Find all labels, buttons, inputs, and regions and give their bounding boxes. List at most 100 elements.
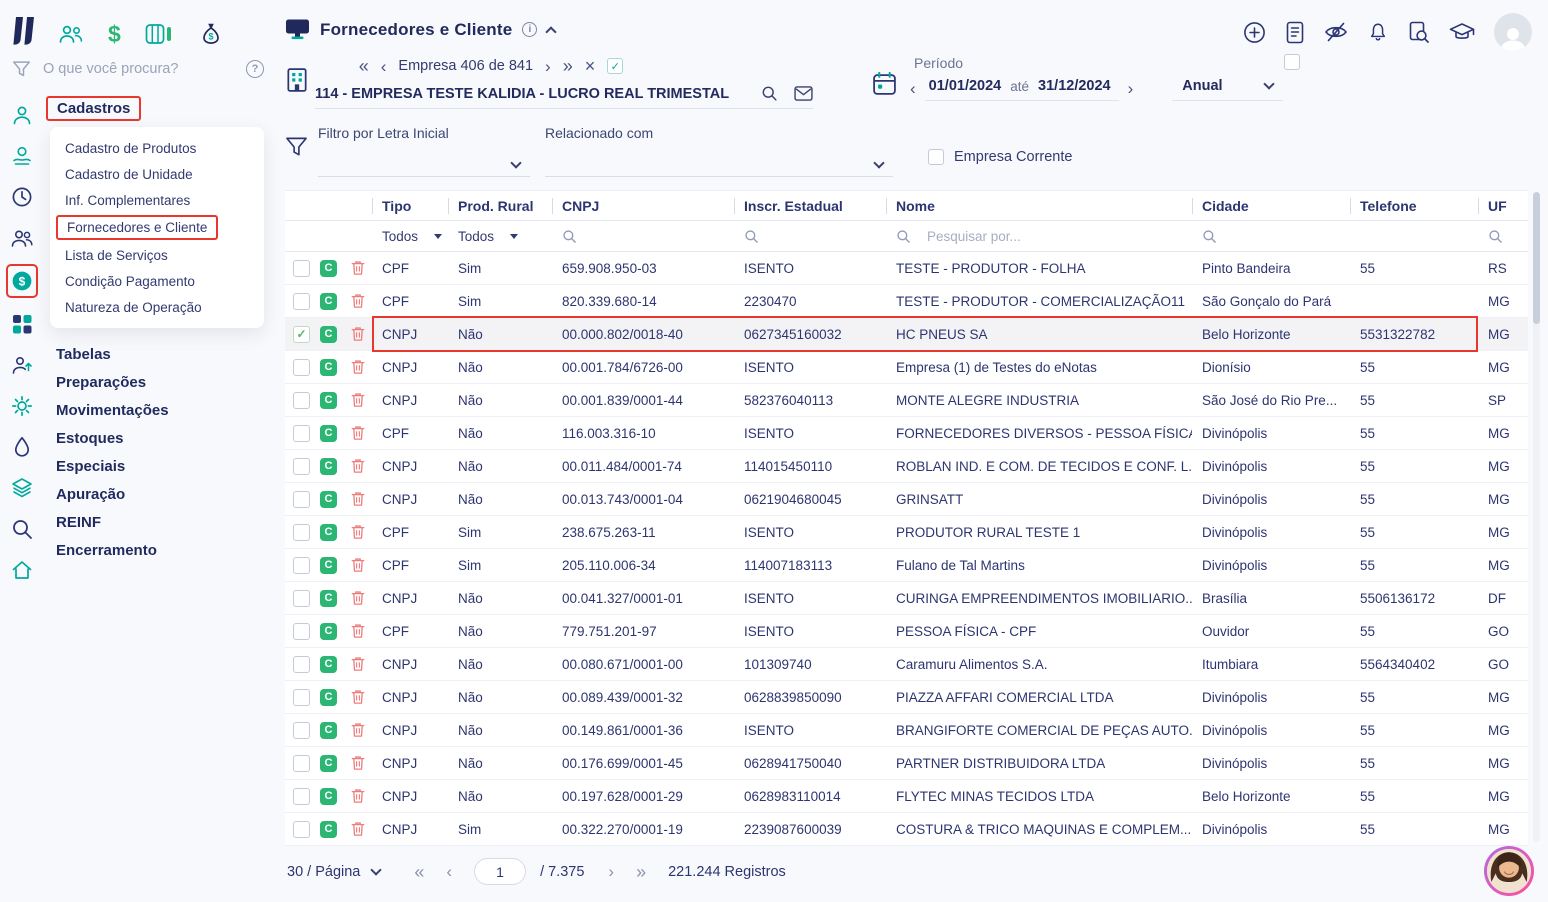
column-header-tipo[interactable]: Tipo	[372, 191, 448, 220]
client-badge[interactable]: C	[320, 293, 337, 310]
scrollbar-thumb[interactable]	[1533, 192, 1540, 324]
sidebar-subitem-fornecedores-e-cliente[interactable]: Fornecedores e Cliente	[56, 215, 218, 240]
delete-icon[interactable]	[351, 524, 365, 540]
table-row[interactable]: C CPF Não 116.003.316-10 ISENTO FORNECED…	[285, 417, 1528, 450]
column-header-nome[interactable]: Nome	[886, 191, 1192, 220]
client-badge[interactable]: C	[320, 656, 337, 673]
period-end-date[interactable]: 31/12/2024	[1038, 78, 1111, 94]
period-start-date[interactable]: 01/01/2024	[929, 78, 1002, 94]
row-checkbox[interactable]	[293, 491, 310, 508]
sidebar-item-estoques[interactable]: Estoques	[46, 424, 270, 452]
row-checkbox[interactable]	[293, 788, 310, 805]
finance-dollar-icon[interactable]: $	[108, 23, 121, 46]
sidebar-item-tabelas[interactable]: Tabelas	[46, 340, 270, 368]
column-header-cidade[interactable]: Cidade	[1192, 191, 1350, 220]
kanban-icon[interactable]	[145, 23, 175, 45]
moneybag-icon[interactable]: $	[199, 22, 223, 46]
user-avatar[interactable]	[1494, 13, 1532, 51]
cidade-filter[interactable]	[1192, 221, 1350, 251]
sidebar-subitem-cadastro-de-produtos[interactable]: Cadastro de Produtos	[50, 135, 264, 161]
row-checkbox[interactable]	[293, 293, 310, 310]
delete-icon[interactable]	[351, 755, 365, 771]
sidebar-item-movimenta-es[interactable]: Movimentações	[46, 396, 270, 424]
column-header-uf[interactable]: UF	[1478, 191, 1528, 220]
notifications-icon[interactable]	[1367, 21, 1389, 44]
client-badge[interactable]: C	[320, 821, 337, 838]
client-badge[interactable]: C	[320, 491, 337, 508]
sidebar-subitem-natureza-de-opera-o[interactable]: Natureza de Operação	[50, 294, 264, 320]
add-icon[interactable]	[1243, 21, 1266, 44]
support-avatar[interactable]	[1484, 846, 1534, 896]
table-row[interactable]: C CPF Sim 659.908.950-03 ISENTO TESTE - …	[285, 252, 1528, 285]
per-page-select[interactable]: 30 / Página	[287, 864, 380, 880]
table-row[interactable]: ✓ C CNPJ Não 00.000.802/0018-40 06273451…	[285, 318, 1528, 351]
rail-person-icon[interactable]	[6, 100, 38, 130]
row-checkbox[interactable]	[293, 821, 310, 838]
sidebar-subitem-lista-de-servi-os[interactable]: Lista de Serviços	[50, 242, 264, 268]
period-checkbox[interactable]	[1284, 54, 1300, 70]
row-checkbox[interactable]: ✓	[293, 326, 310, 343]
delete-icon[interactable]	[351, 590, 365, 606]
row-checkbox[interactable]	[293, 755, 310, 772]
delete-icon[interactable]	[351, 425, 365, 441]
info-icon[interactable]: i	[522, 22, 537, 37]
company-close-button[interactable]: ×	[585, 57, 596, 75]
rail-search-icon[interactable]	[6, 514, 38, 544]
column-header-inscr-estadual[interactable]: Inscr. Estadual	[734, 191, 886, 220]
delete-icon[interactable]	[351, 260, 365, 276]
hide-values-icon[interactable]	[1324, 21, 1348, 43]
table-row[interactable]: C CPF Sim 820.339.680-14 2230470 TESTE -…	[285, 285, 1528, 318]
table-row[interactable]: C CPF Sim 238.675.263-11 ISENTO PRODUTOR…	[285, 516, 1528, 549]
period-mode-select[interactable]: Anual	[1172, 76, 1282, 101]
sidebar-item-cadastros[interactable]: Cadastros	[46, 96, 141, 121]
delete-icon[interactable]	[351, 491, 365, 507]
sidebar-item-apura-o[interactable]: Apuração	[46, 480, 270, 508]
row-checkbox[interactable]	[293, 557, 310, 574]
letter-filter-select[interactable]	[318, 154, 530, 177]
column-header-cnpj[interactable]: CNPJ	[552, 191, 734, 220]
client-badge[interactable]: C	[320, 722, 337, 739]
rail-clock-icon[interactable]	[6, 182, 38, 212]
table-row[interactable]: C CNPJ Não 00.041.327/0001-01 ISENTO CUR…	[285, 582, 1528, 615]
row-checkbox[interactable]	[293, 458, 310, 475]
sidebar-search-input[interactable]	[43, 61, 234, 77]
sidebar-subitem-condi-o-pagamento[interactable]: Condição Pagamento	[50, 268, 264, 294]
company-next-button[interactable]: ›	[545, 58, 551, 75]
company-pager-checkbox[interactable]: ✓	[607, 58, 623, 74]
company-prev-button[interactable]: ‹	[381, 58, 387, 75]
sidebar-subitem-inf-complementares[interactable]: Inf. Complementares	[50, 187, 264, 213]
help-icon[interactable]: ?	[246, 60, 264, 78]
pagination-first-button[interactable]: «	[414, 863, 424, 881]
rail-blocks-icon[interactable]	[6, 309, 38, 339]
pagination-next-button[interactable]: ›	[608, 863, 614, 880]
rural-filter-select[interactable]: Todos	[448, 221, 552, 251]
column-header-prod-rural[interactable]: Prod. Rural	[448, 191, 552, 220]
related-filter-select[interactable]	[545, 154, 893, 177]
collapse-chevron-icon[interactable]	[546, 26, 557, 37]
file-search-icon[interactable]	[1408, 21, 1430, 44]
rail-home-icon[interactable]	[6, 555, 38, 585]
delete-icon[interactable]	[351, 821, 365, 837]
sidebar-item-especiais[interactable]: Especiais	[46, 452, 270, 480]
client-badge[interactable]: C	[320, 590, 337, 607]
client-badge[interactable]: C	[320, 557, 337, 574]
table-row[interactable]: C CNPJ Não 00.001.839/0001-44 5823760401…	[285, 384, 1528, 417]
column-header-telefone[interactable]: Telefone	[1350, 191, 1478, 220]
sidebar-item-reinf[interactable]: REINF	[46, 508, 270, 536]
sidebar-item-prepara-es[interactable]: Preparações	[46, 368, 270, 396]
company-current-checkbox[interactable]	[928, 149, 944, 165]
nome-search-input[interactable]	[927, 229, 1057, 244]
tipo-filter-select[interactable]: Todos	[372, 221, 448, 251]
row-checkbox[interactable]	[293, 656, 310, 673]
row-checkbox[interactable]	[293, 722, 310, 739]
client-badge[interactable]: C	[320, 524, 337, 541]
rail-layers-icon[interactable]	[6, 473, 38, 503]
rail-money-drop-icon[interactable]	[6, 432, 38, 462]
table-row[interactable]: C CNPJ Não 00.176.699/0001-45 0628941750…	[285, 747, 1528, 780]
delete-icon[interactable]	[351, 326, 365, 342]
page-input[interactable]	[474, 858, 526, 885]
table-row[interactable]: C CNPJ Não 00.089.439/0001-32 0628839850…	[285, 681, 1528, 714]
row-checkbox[interactable]	[293, 260, 310, 277]
table-row[interactable]: C CNPJ Não 00.149.861/0001-36 ISENTO BRA…	[285, 714, 1528, 747]
row-checkbox[interactable]	[293, 425, 310, 442]
